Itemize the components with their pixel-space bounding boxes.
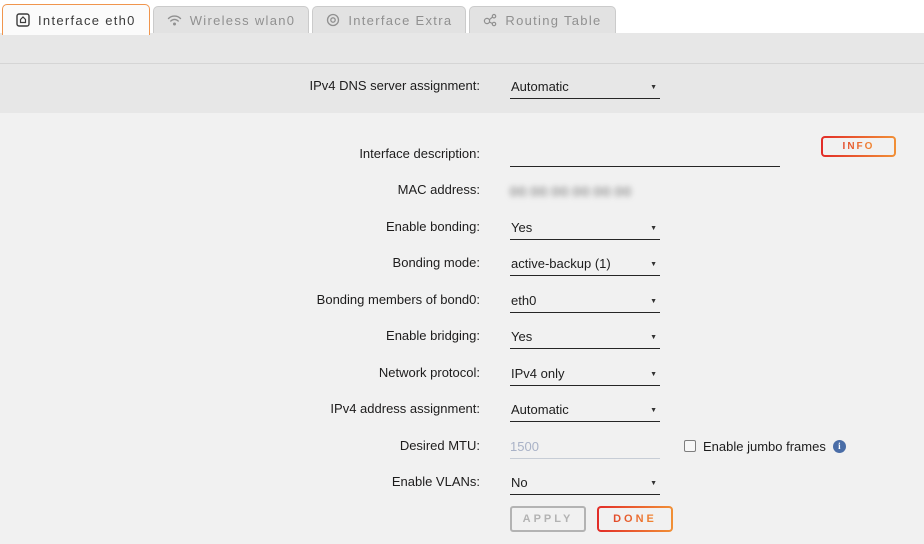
form-row-protocol: Network protocol: IPv4 only ▼ <box>0 349 924 386</box>
interface-description-input[interactable] <box>510 145 780 167</box>
field-label: Enable VLANs: <box>0 474 480 495</box>
target-icon <box>326 13 340 27</box>
tab-label: Interface Extra <box>348 13 452 28</box>
action-buttons: APPLY DONE <box>510 506 924 532</box>
field-label: Enable bonding: <box>0 219 480 240</box>
select-value: Yes <box>511 220 532 235</box>
field-label: Bonding mode: <box>0 255 480 276</box>
tab-label: Wireless wlan0 <box>190 13 296 28</box>
info-icon[interactable]: i <box>833 440 846 453</box>
form-row-dns: IPv4 DNS server assignment: Automatic ▼ <box>0 78 924 99</box>
select-value: Automatic <box>511 79 569 94</box>
bonding-mode-select[interactable]: active-backup (1) ▼ <box>510 256 660 276</box>
mac-address-value: 00:00:00:00:00:00 <box>510 184 632 203</box>
field-label: Interface description: <box>0 146 480 167</box>
tab-interface-eth0[interactable]: Interface eth0 <box>2 4 150 35</box>
tab-routing-table[interactable]: Routing Table <box>469 6 615 33</box>
chevron-down-icon: ▼ <box>650 480 657 487</box>
apply-button[interactable]: APPLY <box>510 506 586 532</box>
chevron-down-icon: ▼ <box>650 225 657 232</box>
tab-label: Routing Table <box>505 13 601 28</box>
dns-section: IPv4 DNS server assignment: Automatic ▼ <box>0 64 924 113</box>
jumbo-frames-checkbox[interactable] <box>684 440 696 452</box>
tab-label: Interface eth0 <box>38 13 136 28</box>
chevron-down-icon: ▼ <box>650 407 657 414</box>
info-button[interactable]: INFO <box>821 136 896 157</box>
chevron-down-icon: ▼ <box>650 298 657 305</box>
select-value: eth0 <box>511 293 536 308</box>
field-label: MAC address: <box>0 182 480 203</box>
field-label: IPv4 address assignment: <box>0 401 480 422</box>
form-row-bonding-mode: Bonding mode: active-backup (1) ▼ <box>0 240 924 277</box>
form-row-description: Interface description: <box>0 130 924 167</box>
ipv4-assignment-select[interactable]: Automatic ▼ <box>510 402 660 422</box>
jumbo-frames-label: Enable jumbo frames <box>703 439 826 454</box>
select-value: IPv4 only <box>511 366 564 381</box>
field-label: Network protocol: <box>0 365 480 386</box>
done-button[interactable]: DONE <box>597 506 673 532</box>
field-label: Desired MTU: <box>0 438 480 459</box>
form-row-bonding-members: Bonding members of bond0: eth0 ▼ <box>0 276 924 313</box>
desired-mtu-input <box>510 438 660 459</box>
field-label: IPv4 DNS server assignment: <box>0 78 480 99</box>
info-button-label: INFO <box>843 141 875 152</box>
form-row-bonding: Enable bonding: Yes ▼ <box>0 203 924 240</box>
field-label: Bonding members of bond0: <box>0 292 480 313</box>
form-row-bridging: Enable bridging: Yes ▼ <box>0 313 924 350</box>
nodes-icon <box>483 13 497 27</box>
form-row-vlans: Enable VLANs: No ▼ <box>0 459 924 496</box>
chevron-down-icon: ▼ <box>650 371 657 378</box>
network-protocol-select[interactable]: IPv4 only ▼ <box>510 366 660 386</box>
enable-vlans-select[interactable]: No ▼ <box>510 475 660 495</box>
dns-assignment-select[interactable]: Automatic ▼ <box>510 79 660 99</box>
field-label: Enable bridging: <box>0 328 480 349</box>
form-row-ipv4-assignment: IPv4 address assignment: Automatic ▼ <box>0 386 924 423</box>
select-value: active-backup (1) <box>511 256 611 271</box>
enable-bridging-select[interactable]: Yes ▼ <box>510 329 660 349</box>
top-strip <box>0 33 924 63</box>
tab-interface-extra[interactable]: Interface Extra <box>312 6 466 33</box>
select-value: No <box>511 475 528 490</box>
select-value: Automatic <box>511 402 569 417</box>
bonding-members-select[interactable]: eth0 ▼ <box>510 293 660 313</box>
jumbo-frames-cluster: Enable jumbo frames i <box>684 439 846 459</box>
tab-bar: Interface eth0 Wireless wlan0 Interface … <box>0 0 924 33</box>
tab-wireless-wlan0[interactable]: Wireless wlan0 <box>153 6 310 33</box>
chevron-down-icon: ▼ <box>650 84 657 91</box>
form-row-mtu: Desired MTU: Enable jumbo frames i <box>0 422 924 459</box>
enable-bonding-select[interactable]: Yes ▼ <box>510 220 660 240</box>
done-button-label: DONE <box>613 513 657 525</box>
ethernet-icon <box>16 13 30 27</box>
main-form: Interface description: MAC address: 00:0… <box>0 113 924 544</box>
chevron-down-icon: ▼ <box>650 334 657 341</box>
chevron-down-icon: ▼ <box>650 261 657 268</box>
select-value: Yes <box>511 329 532 344</box>
wifi-icon <box>167 14 182 27</box>
form-row-mac: MAC address: 00:00:00:00:00:00 <box>0 167 924 204</box>
